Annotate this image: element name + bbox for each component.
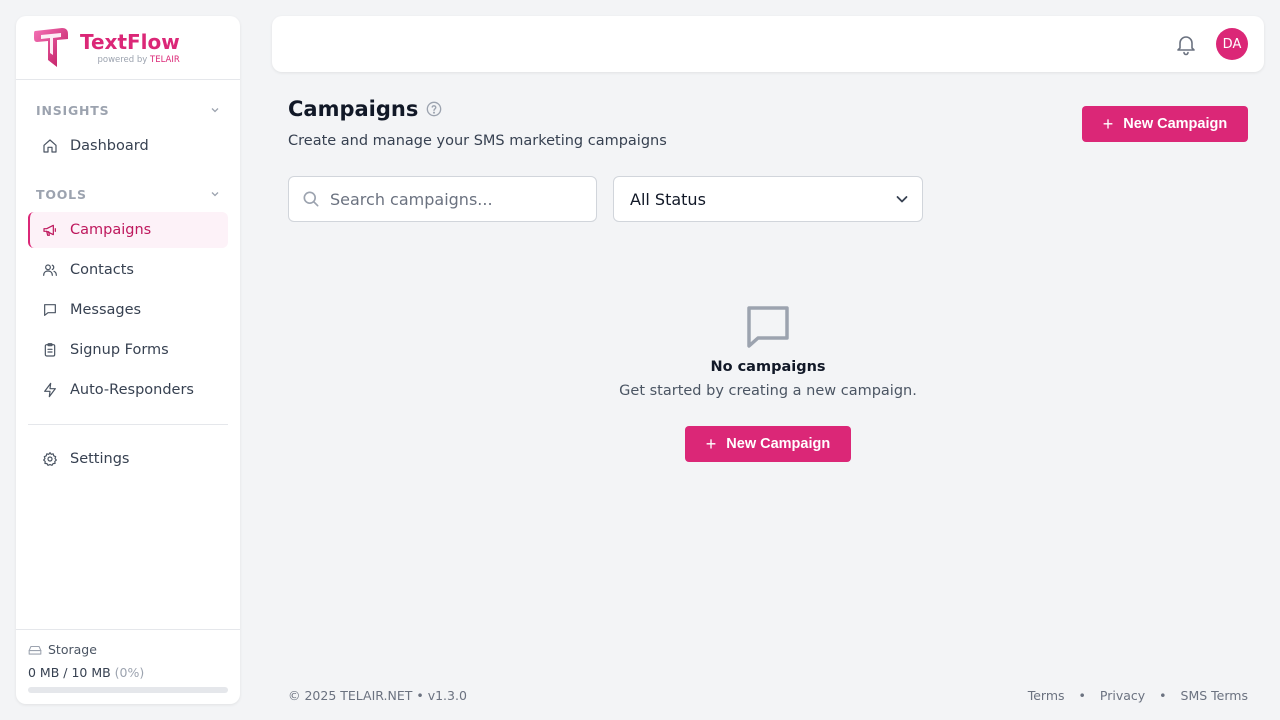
textflow-logo-icon	[34, 27, 68, 67]
hard-drive-icon	[28, 645, 42, 655]
megaphone-icon	[43, 224, 56, 236]
avatar[interactable]: DA	[1216, 28, 1248, 60]
search-icon	[303, 191, 319, 207]
bell-icon[interactable]	[1174, 32, 1198, 56]
chat-bubble-icon	[747, 306, 789, 348]
sidebar-item-label: Contacts	[70, 262, 134, 278]
status-filter-select[interactable]: All Status	[613, 176, 923, 222]
storage-percent: (0%)	[114, 665, 145, 680]
storage-usage: 0 MB / 10 MB (0%)	[28, 665, 145, 680]
section-tools-toggle[interactable]: TOOLS	[16, 184, 240, 204]
sidebar-item-label: Dashboard	[70, 138, 149, 154]
sidebar-item-campaigns[interactable]: Campaigns	[28, 212, 228, 248]
search-input[interactable]	[330, 189, 580, 209]
storage-panel: Storage 0 MB / 10 MB (0%)	[16, 629, 240, 704]
page-title-text: Campaigns	[288, 97, 419, 121]
page-title: Campaigns	[288, 97, 442, 121]
sidebar-item-label: Campaigns	[70, 222, 152, 238]
plus-icon: +	[705, 434, 717, 454]
sidebar-divider	[28, 424, 228, 425]
empty-state-title: No campaigns	[710, 359, 826, 375]
section-insights-toggle[interactable]: INSIGHTS	[16, 100, 240, 120]
message-icon	[44, 304, 56, 316]
clipboard-icon	[44, 343, 56, 357]
empty-state-subtitle: Get started by creating a new campaign.	[619, 383, 917, 399]
storage-label: Storage	[48, 642, 97, 657]
brand-tagline: powered by TELAIR	[97, 54, 180, 65]
new-campaign-button[interactable]: + New Campaign	[1082, 106, 1248, 142]
new-campaign-label: New Campaign	[1123, 116, 1228, 132]
users-icon	[43, 264, 57, 276]
empty-state-new-campaign-button[interactable]: + New Campaign	[685, 426, 851, 462]
sidebar-item-label: Signup Forms	[70, 342, 169, 358]
brand-name: TextFlow	[80, 29, 180, 54]
sidebar-item-label: Settings	[70, 451, 130, 467]
brand[interactable]: TextFlow powered by TELAIR	[16, 16, 240, 80]
footer-link-privacy[interactable]: Privacy	[1100, 688, 1145, 703]
sidebar-item-settings[interactable]: Settings	[28, 441, 228, 477]
help-icon[interactable]	[426, 101, 442, 117]
search-field[interactable]	[288, 176, 597, 222]
storage-progress-bar	[28, 687, 228, 693]
footer-separator: •	[1159, 688, 1167, 703]
gear-icon	[43, 452, 57, 466]
footer-link-terms[interactable]: Terms	[1028, 688, 1065, 703]
sidebar-item-dashboard[interactable]: Dashboard	[28, 128, 228, 164]
sidebar-item-messages[interactable]: Messages	[28, 292, 228, 328]
new-campaign-label: New Campaign	[726, 436, 831, 452]
footer-link-sms-terms[interactable]: SMS Terms	[1181, 688, 1248, 703]
plus-icon: +	[1102, 114, 1114, 134]
chevron-down-icon	[211, 192, 219, 197]
home-icon	[43, 139, 57, 153]
page-subtitle: Create and manage your SMS marketing cam…	[288, 133, 667, 149]
section-insights-title: INSIGHTS	[36, 102, 110, 118]
footer-links: Terms • Privacy • SMS Terms	[1028, 688, 1248, 703]
sidebar-item-contacts[interactable]: Contacts	[28, 252, 228, 288]
chevron-down-icon	[896, 196, 908, 203]
footer-separator: •	[1078, 688, 1086, 703]
chevron-down-icon	[211, 108, 219, 113]
footer-copyright: © 2025 TELAIR.NET • v1.3.0	[288, 688, 467, 703]
sidebar-item-label: Messages	[70, 302, 142, 318]
status-filter-value: All Status	[630, 189, 706, 209]
top-bar: DA	[272, 16, 1264, 72]
section-tools-title: TOOLS	[36, 186, 87, 202]
